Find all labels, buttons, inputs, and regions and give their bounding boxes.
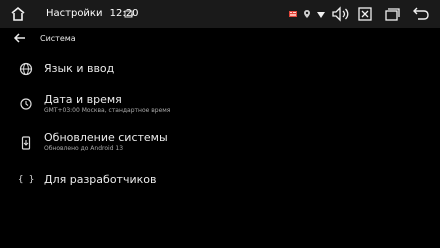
arrow-left-icon[interactable] xyxy=(12,30,28,46)
menu-item-title: Для разработчиков xyxy=(44,173,157,186)
location-icon xyxy=(304,10,310,18)
menu-item-title: Обновление системы xyxy=(44,131,168,144)
clock-icon xyxy=(18,96,34,112)
menu-item-title: Дата и время xyxy=(44,93,122,106)
home-icon[interactable] xyxy=(6,2,30,26)
menu-item-system-update[interactable]: Обновление системы Обновлено до Android … xyxy=(0,130,440,158)
menu-item-title: Язык и ввод xyxy=(44,62,115,75)
page-title: Система xyxy=(40,34,76,43)
status-icons-group xyxy=(288,7,326,21)
recent-apps-icon[interactable] xyxy=(380,4,404,24)
screen: Настройки 12:20 Система Язык и ввод Дата… xyxy=(0,0,440,248)
sim-icon xyxy=(289,11,297,17)
app-title: Настройки xyxy=(46,8,103,19)
volume-icon[interactable] xyxy=(330,4,352,24)
cast-icon xyxy=(124,8,134,20)
system-update-icon xyxy=(18,135,34,151)
close-box-icon[interactable] xyxy=(354,4,376,24)
menu-item-subtitle: GMT+03:00 Москва, стандартное время xyxy=(44,107,171,114)
globe-icon xyxy=(18,61,34,77)
code-braces-icon: { } xyxy=(18,175,35,185)
menu-item-subtitle: Обновлено до Android 13 xyxy=(44,145,124,152)
menu-item-developer-options[interactable]: { } Для разработчиков xyxy=(0,171,440,191)
back-icon[interactable] xyxy=(408,4,434,24)
menu-item-language[interactable]: Язык и ввод xyxy=(0,58,440,80)
wifi-icon xyxy=(317,12,325,18)
menu-item-date-time[interactable]: Дата и время GMT+03:00 Москва, стандартн… xyxy=(0,92,440,120)
